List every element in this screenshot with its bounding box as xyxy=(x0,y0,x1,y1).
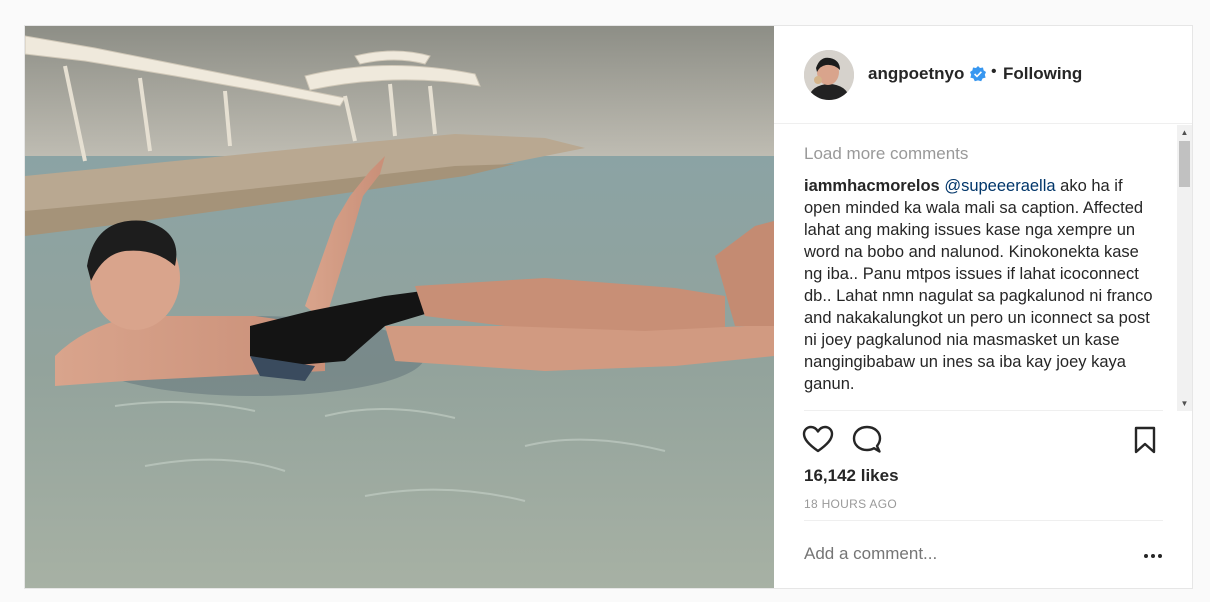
comments-list[interactable]: Load more comments iammhacmorelos @supee… xyxy=(804,125,1161,411)
avatar[interactable] xyxy=(804,50,854,100)
username-link[interactable]: angpoetnyo xyxy=(868,64,964,84)
verified-badge-icon xyxy=(970,66,986,82)
scrollbar-thumb[interactable] xyxy=(1179,141,1190,187)
comment-item: iammhacmorelos @supeeeraella ako ha if o… xyxy=(804,175,1154,395)
scroll-down-arrow-icon[interactable]: ▼ xyxy=(1177,396,1192,411)
scroll-up-arrow-icon[interactable]: ▲ xyxy=(1177,125,1192,140)
post-sidebar: angpoetnyo • Following Load more comment… xyxy=(774,26,1192,588)
header-separator: • xyxy=(991,63,997,80)
speech-bubble-icon[interactable] xyxy=(851,424,883,456)
following-button[interactable]: Following xyxy=(1003,64,1082,84)
post-timestamp[interactable]: 18 HOURS AGO xyxy=(804,497,897,511)
avatar-image xyxy=(804,50,854,100)
post-photo[interactable] xyxy=(25,26,774,588)
add-comment-divider xyxy=(804,520,1163,521)
more-options-icon[interactable] xyxy=(1143,549,1163,561)
heart-icon[interactable] xyxy=(802,424,834,456)
comment-text: ako ha if open minded ka wala mali sa ca… xyxy=(804,177,1153,393)
bookmark-icon[interactable] xyxy=(1130,425,1160,455)
likes-count[interactable]: 16,142 likes xyxy=(804,466,899,486)
comments-scrollbar[interactable]: ▲ ▼ xyxy=(1177,125,1192,411)
comment-mention-link[interactable]: @supeeeraella xyxy=(944,177,1055,195)
comment-author-link[interactable]: iammhacmorelos xyxy=(804,177,940,195)
actions-divider xyxy=(804,410,1163,411)
post-header: angpoetnyo • Following xyxy=(774,26,1192,124)
post-card: angpoetnyo • Following Load more comment… xyxy=(24,25,1193,589)
load-more-comments-button[interactable]: Load more comments xyxy=(804,144,968,164)
post-photo-image xyxy=(25,26,774,588)
add-comment-input[interactable] xyxy=(804,544,1124,564)
